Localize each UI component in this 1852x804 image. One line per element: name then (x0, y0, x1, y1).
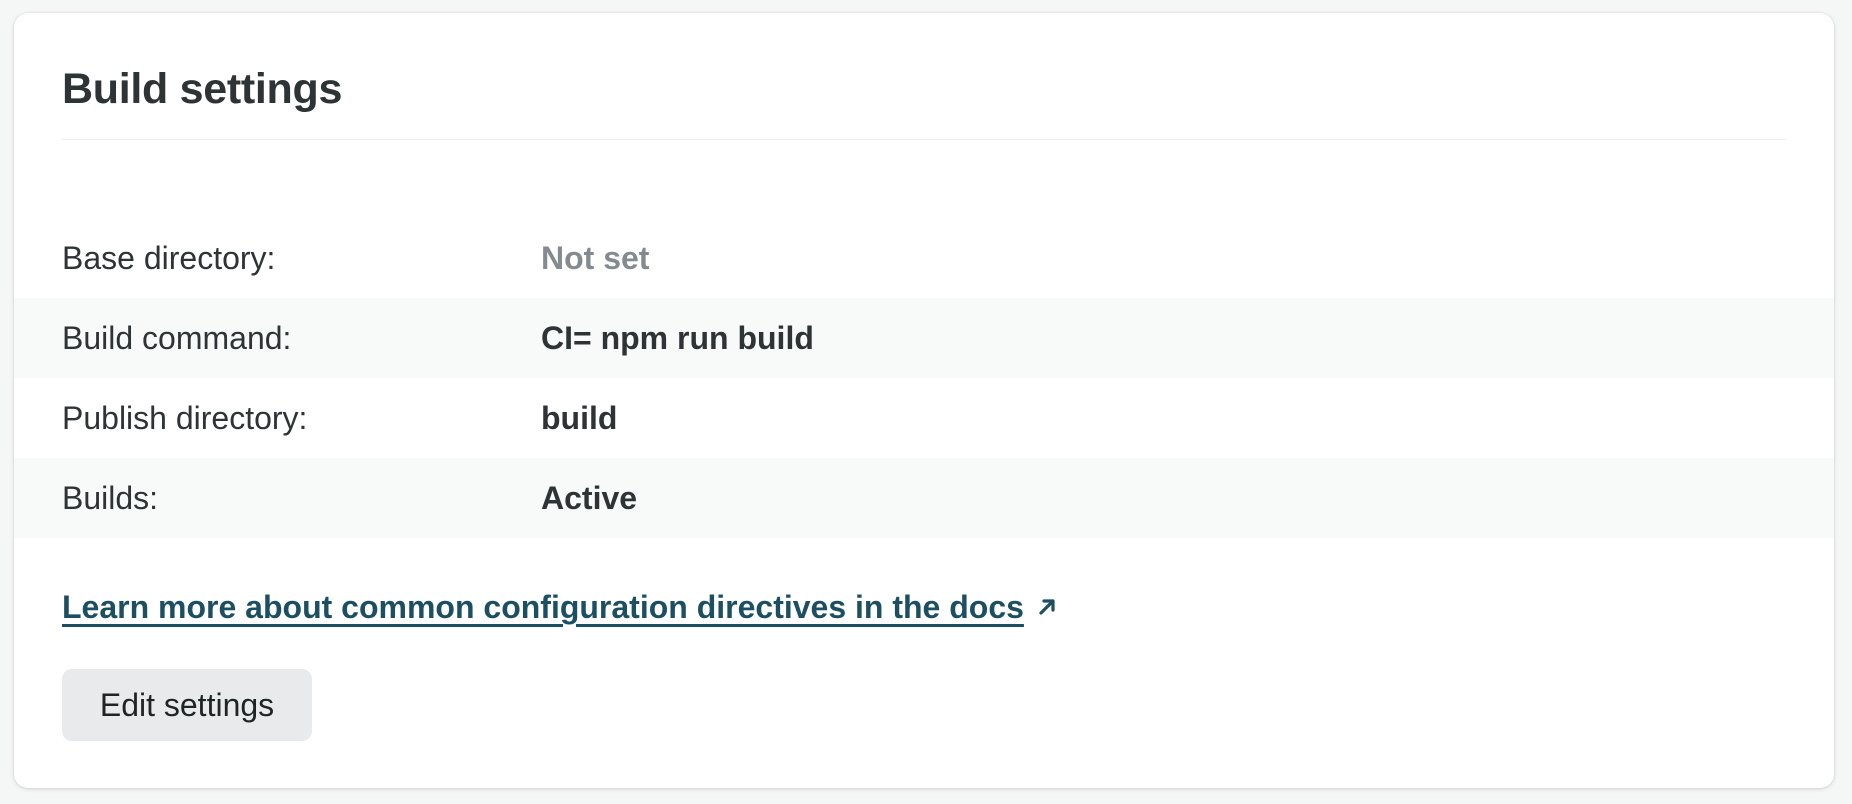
setting-value: Not set (541, 239, 650, 276)
setting-label: Build command: (62, 319, 292, 356)
setting-row-build-command: Build command: CI= npm run build (14, 298, 1834, 378)
settings-list: Base directory: Not set Build command: C… (14, 218, 1834, 538)
docs-link-text: Learn more about common configuration di… (62, 589, 1024, 625)
edit-settings-button[interactable]: Edit settings (62, 669, 312, 741)
setting-row-builds: Builds: Active (14, 458, 1834, 538)
docs-link[interactable]: Learn more about common configuration di… (62, 588, 1060, 626)
external-link-arrow-icon (1039, 599, 1055, 615)
setting-label: Builds: (62, 479, 159, 516)
setting-label: Publish directory: (62, 399, 308, 436)
setting-value: Active (541, 479, 638, 516)
setting-row-base-directory: Base directory: Not set (14, 218, 1834, 298)
setting-value: CI= npm run build (541, 319, 814, 356)
setting-value: build (541, 399, 618, 436)
setting-label: Base directory: (62, 239, 276, 276)
build-settings-card: Build settings Base directory: Not set B… (14, 13, 1834, 788)
card-title: Build settings (62, 65, 343, 113)
card-header: Build settings (62, 13, 1786, 140)
setting-row-publish-directory: Publish directory: build (14, 378, 1834, 458)
